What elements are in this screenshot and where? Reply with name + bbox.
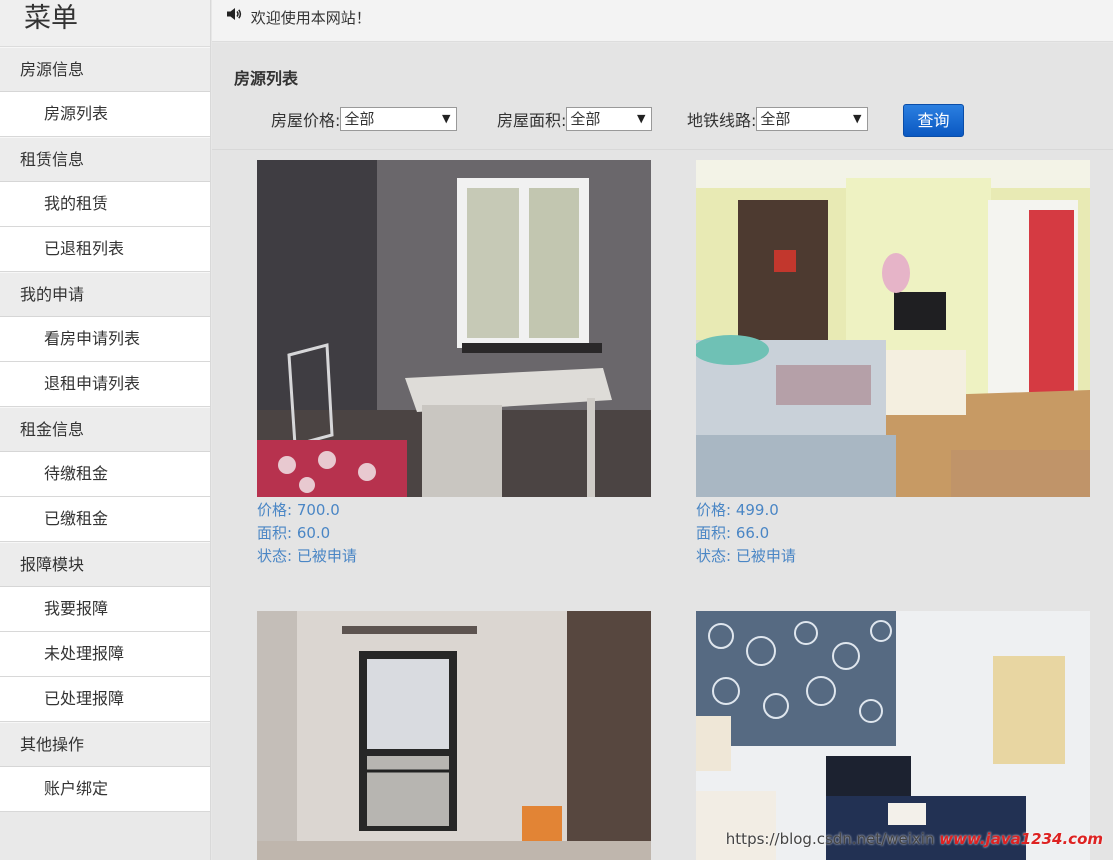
listing-photo[interactable] [257,611,651,860]
dropdown-arrow-icon: ▼ [636,112,646,125]
menu-list: 房源信息 房源列表 租赁信息 我的租赁 已退租列表 我的申请 看房申请列表 退租… [0,47,210,812]
menu-title: 菜单 [0,0,210,47]
listing-status: 状态: 已被申请 [257,547,357,565]
listing-photo[interactable] [696,611,1090,860]
menu-item-rent-due[interactable]: 待缴租金 [0,452,210,497]
subway-filter-label: 地铁线路: [687,111,757,130]
listing-photo[interactable] [257,160,651,497]
menu-item-termination-applications[interactable]: 退租申请列表 [0,362,210,407]
menu-group-repairs[interactable]: 报障模块 [0,542,210,587]
subway-select[interactable]: 全部 ▼ [756,107,869,131]
area-select-value: 全部 [570,110,601,128]
welcome-text: 欢迎使用本网站！ [250,9,371,27]
menu-item-viewing-applications[interactable]: 看房申请列表 [0,317,210,362]
menu-item-account-binding[interactable]: 账户绑定 [0,767,210,812]
listing-photo[interactable] [696,160,1090,497]
menu-item-rent-paid[interactable]: 已缴租金 [0,497,210,542]
dropdown-arrow-icon: ▼ [441,112,451,125]
listing-price: 价格: 700.0 [257,501,340,519]
top-bar: 欢迎使用本网站！ [212,0,1113,42]
menu-group-listing-info[interactable]: 房源信息 [0,47,210,92]
subway-select-value: 全部 [760,110,791,128]
menu-group-other[interactable]: 其他操作 [0,722,210,767]
divider [212,149,1113,150]
menu-item-resolved-faults[interactable]: 已处理报障 [0,677,210,722]
search-button[interactable]: 查询 [903,104,964,137]
listing-price: 价格: 499.0 [696,501,779,519]
watermark: https://blog.csdn.net/weixin www.java123… [726,830,1103,848]
price-select[interactable]: 全部 ▼ [340,107,458,131]
speaker-icon [226,0,242,35]
listing-status: 状态: 已被申请 [696,547,796,565]
listing-card[interactable]: 价格: 499.0 面积: 66.0 状态: 已被申请 [696,160,1090,568]
menu-item-report-fault[interactable]: 我要报障 [0,587,210,632]
listing-info: 价格: 700.0 面积: 60.0 状态: 已被申请 [257,499,651,568]
listing-card[interactable]: 价格: 700.0 面积: 60.0 状态: 已被申请 [257,160,651,568]
filter-bar: 房屋价格: 全部 ▼ 房屋面积: 全部 ▼ 地铁线路: 全部 ▼ [212,106,1113,136]
listing-info: 价格: 499.0 面积: 66.0 状态: 已被申请 [696,499,1090,568]
listing-card[interactable] [257,611,651,860]
menu-group-my-applications[interactable]: 我的申请 [0,272,210,317]
menu-item-listing-list[interactable]: 房源列表 [0,92,210,137]
listing-area: 面积: 66.0 [696,524,770,542]
subway-filter: 地铁线路: 全部 ▼ [687,106,869,132]
main-content: 房源列表 房屋价格: 全部 ▼ 房屋面积: 全部 ▼ 地铁线路: 全部 ▼ 查询 [212,43,1113,860]
watermark-brand: www.java1234.com [939,830,1103,848]
area-filter-label: 房屋面积: [497,111,567,130]
watermark-url: https://blog.csdn.net/weixin [725,830,935,848]
listing-card[interactable] [696,611,1090,860]
area-filter: 房屋面积: 全部 ▼ [497,106,653,132]
price-filter-label: 房屋价格: [271,111,341,130]
page-title: 房源列表 [234,69,299,88]
menu-item-ended-rentals[interactable]: 已退租列表 [0,227,210,272]
menu-item-pending-faults[interactable]: 未处理报障 [0,632,210,677]
sidebar: 菜单 房源信息 房源列表 租赁信息 我的租赁 已退租列表 我的申请 看房申请列表… [0,0,211,860]
dropdown-arrow-icon: ▼ [852,112,862,125]
area-select[interactable]: 全部 ▼ [566,107,653,131]
listing-area: 面积: 60.0 [257,524,331,542]
menu-group-rent-info[interactable]: 租金信息 [0,407,210,452]
price-filter: 房屋价格: 全部 ▼ [271,106,458,132]
menu-group-rental-info[interactable]: 租赁信息 [0,137,210,182]
menu-item-my-rentals[interactable]: 我的租赁 [0,182,210,227]
price-select-value: 全部 [344,110,375,128]
